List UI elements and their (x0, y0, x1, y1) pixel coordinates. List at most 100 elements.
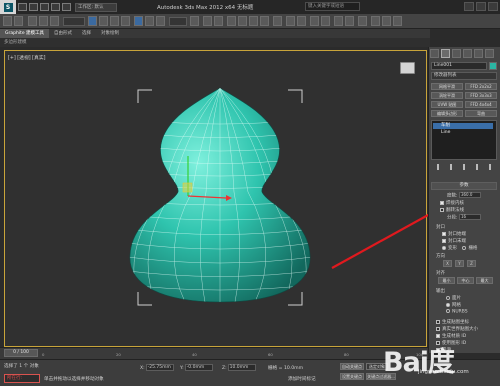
modifier-button[interactable]: 编辑多边形 (431, 110, 463, 117)
time-slider[interactable]: 0 / 100 (4, 349, 38, 357)
render-icon[interactable] (393, 16, 402, 26)
gen-map-coords-row[interactable]: 生成贴图坐标 (436, 319, 469, 325)
search-input[interactable]: 键入关键字或短语 (305, 2, 360, 11)
modifier-list-select[interactable]: 修改器列表 (431, 72, 497, 80)
select-by-name-icon[interactable] (99, 16, 108, 26)
layer-manager-icon[interactable] (310, 16, 319, 26)
align-max-button[interactable]: 最大 (476, 277, 493, 284)
modifier-button[interactable]: FFD 2x2x2 (465, 83, 497, 90)
cap-start-row[interactable]: 封口始端 (442, 231, 466, 237)
cap-start-checkbox[interactable] (442, 231, 446, 236)
select-object-icon[interactable] (88, 16, 97, 26)
set-key-button[interactable]: 设置关键点 (340, 373, 364, 380)
patch-radio[interactable] (446, 295, 450, 300)
degrees-spinner[interactable]: 360.0 (458, 192, 481, 198)
create-tab-icon[interactable] (430, 49, 439, 58)
object-name-field[interactable]: Line001 (431, 62, 487, 70)
timeline[interactable] (0, 347, 428, 359)
modify-tab-icon[interactable] (441, 49, 450, 58)
direction-z-button[interactable]: Z (467, 260, 476, 267)
undo-tool-icon[interactable] (3, 16, 12, 26)
tab-graphite[interactable]: Graphite 建模工具 (0, 29, 50, 38)
object-color-swatch[interactable] (489, 62, 497, 70)
morph-radio[interactable] (442, 245, 446, 250)
align-min-button[interactable]: 最小 (438, 277, 455, 284)
direction-y-button[interactable]: Y (455, 260, 464, 267)
viewport-label[interactable]: [+] [透视] [真实] (8, 54, 46, 61)
reference-coord-select[interactable] (169, 17, 187, 26)
gen-material-ids-checkbox[interactable] (436, 333, 440, 338)
align-center-button[interactable]: 中心 (457, 277, 474, 284)
display-tab-icon[interactable] (474, 49, 483, 58)
output-mesh-row[interactable]: 网格 (446, 302, 461, 308)
minimize-icon[interactable] (464, 2, 474, 11)
stack-item-line[interactable]: Line (433, 130, 493, 136)
material-editor-icon[interactable] (358, 16, 367, 26)
tab-object-paint[interactable]: 对象绘制 (96, 29, 124, 38)
modifier-button[interactable]: 网格平滑 (431, 83, 463, 90)
cap-end-row[interactable]: 封口末端 (442, 238, 466, 244)
close-icon[interactable] (488, 2, 498, 11)
bind-icon[interactable] (50, 16, 59, 26)
render-setup-icon[interactable] (371, 16, 380, 26)
workspace-select[interactable]: 工作区: 默认 (75, 2, 117, 12)
weld-core-checkbox[interactable] (440, 200, 444, 205)
modifier-button[interactable]: 涡轮平滑 (431, 92, 463, 99)
show-end-result-icon[interactable] (449, 163, 452, 170)
open-file-icon[interactable] (29, 3, 38, 11)
maxscript-listener[interactable]: 所在行: (4, 374, 40, 383)
make-unique-icon[interactable] (462, 163, 465, 170)
ribbon-panel-label[interactable]: 多边形建模 (0, 38, 430, 47)
weld-core-row[interactable]: 焊接内核 (440, 200, 464, 206)
output-patch-row[interactable]: 面片 (446, 295, 461, 301)
rotate-icon[interactable] (145, 16, 154, 26)
tab-selection[interactable]: 选择 (77, 29, 96, 38)
gen-material-ids-row[interactable]: 生成材质 ID (436, 333, 466, 339)
curve-editor-icon[interactable] (334, 16, 343, 26)
segments-spinner[interactable]: 16 (458, 214, 481, 220)
rendered-frame-icon[interactable] (382, 16, 391, 26)
align-icon[interactable] (297, 16, 306, 26)
spinner-snap-icon[interactable] (260, 16, 269, 26)
region-select-icon[interactable] (110, 16, 119, 26)
select-manipulate-icon[interactable] (203, 16, 212, 26)
auto-key-button[interactable]: 自动关键点 (340, 363, 364, 370)
add-time-tag[interactable]: 添加时间标记 (288, 376, 316, 382)
params-rollout-title[interactable]: 参数 (431, 182, 497, 190)
grid-radio[interactable] (462, 245, 467, 250)
save-file-icon[interactable] (40, 3, 49, 11)
mesh-radio[interactable] (446, 302, 450, 307)
direction-x-button[interactable]: X (443, 260, 452, 267)
mirror-icon[interactable] (286, 16, 295, 26)
modifier-button[interactable]: UVW 贴图 (431, 101, 463, 108)
scale-icon[interactable] (156, 16, 165, 26)
nurbs-radio[interactable] (446, 309, 450, 313)
real-world-size-checkbox[interactable] (436, 326, 440, 331)
link-icon[interactable] (28, 16, 37, 26)
undo-icon[interactable] (51, 3, 60, 11)
pin-stack-icon[interactable] (436, 163, 439, 170)
hierarchy-tab-icon[interactable] (452, 49, 461, 58)
modifier-button[interactable]: 弯曲 (465, 110, 497, 117)
stack-item-lathe[interactable]: 车削 (433, 123, 493, 129)
motion-tab-icon[interactable] (463, 49, 472, 58)
output-nurbs-row[interactable]: NURBS (446, 309, 468, 315)
modifier-button[interactable]: FFD 4x4x4 (465, 101, 497, 108)
configure-sets-icon[interactable] (489, 163, 492, 170)
cap-end-checkbox[interactable] (442, 238, 446, 243)
modifier-button[interactable]: FFD 3x3x3 (465, 92, 497, 99)
named-selection-icon[interactable] (273, 16, 282, 26)
gen-map-coords-checkbox[interactable] (436, 319, 440, 324)
selection-filter-select[interactable] (63, 17, 85, 26)
move-icon[interactable] (134, 16, 143, 26)
app-menu-button[interactable]: S (0, 0, 16, 14)
angle-snap-icon[interactable] (238, 16, 247, 26)
flip-normals-checkbox[interactable] (440, 207, 444, 212)
remove-modifier-icon[interactable] (476, 163, 479, 170)
flip-normals-row[interactable]: 翻转法线 (440, 207, 464, 213)
window-crossing-icon[interactable] (121, 16, 130, 26)
schematic-view-icon[interactable] (345, 16, 354, 26)
unlink-icon[interactable] (39, 16, 48, 26)
graphite-toggle-icon[interactable] (321, 16, 330, 26)
redo-tool-icon[interactable] (14, 16, 23, 26)
